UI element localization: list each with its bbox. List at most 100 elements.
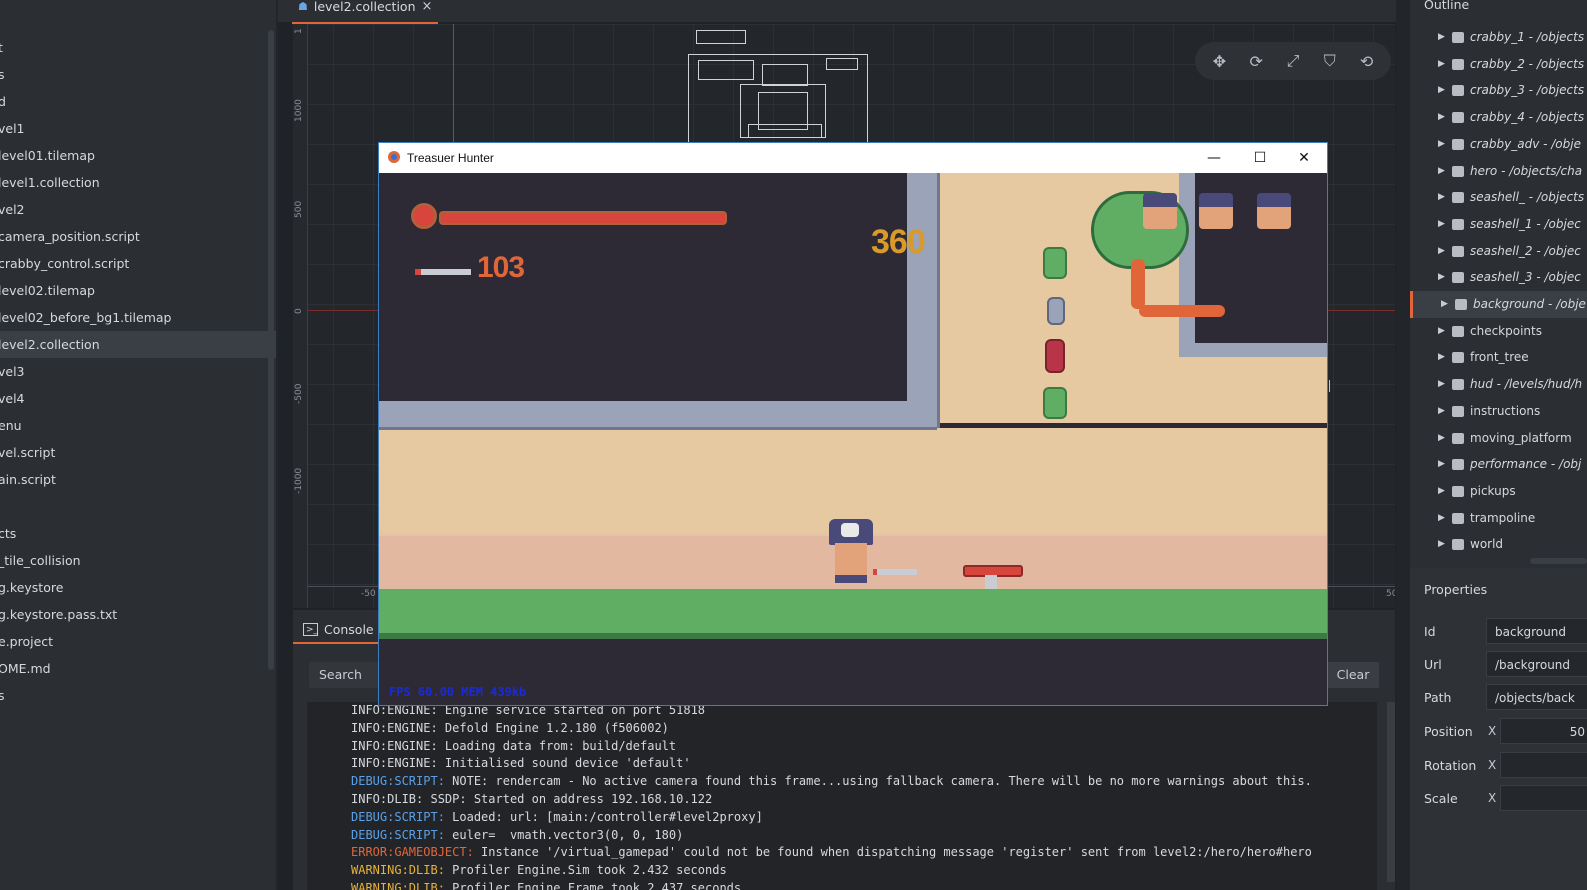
asset-item[interactable] xyxy=(0,493,276,520)
outline-item[interactable]: ▶ moving_platform xyxy=(1410,425,1587,452)
asset-item[interactable]: ain.script xyxy=(0,466,276,493)
pirate-enemy-icon xyxy=(1257,193,1291,229)
expand-arrow-icon[interactable]: ▶ xyxy=(1438,531,1445,558)
maximize-button[interactable]: ☐ xyxy=(1237,143,1283,173)
outline-item[interactable]: ▶ hero - /objects/cha xyxy=(1410,158,1587,185)
expand-arrow-icon[interactable]: ▶ xyxy=(1438,211,1445,238)
outline-scrollbar[interactable] xyxy=(1530,558,1587,564)
expand-arrow-icon[interactable]: ▶ xyxy=(1438,318,1445,345)
assets-scrollbar[interactable] xyxy=(268,30,274,670)
outline-item[interactable]: ▶ crabby_4 - /objects xyxy=(1410,104,1587,131)
expand-arrow-icon[interactable]: ▶ xyxy=(1438,184,1445,211)
asset-item[interactable]: g.keystore xyxy=(0,574,276,601)
scale-icon[interactable]: ⤢ xyxy=(1281,49,1305,73)
outline-item[interactable]: ▶ trampoline xyxy=(1410,505,1587,532)
url-field[interactable]: /background xyxy=(1486,651,1587,677)
outline-item[interactable]: ▶ front_tree xyxy=(1410,344,1587,371)
outline-item[interactable]: ▶ crabby_1 - /objects xyxy=(1410,24,1587,51)
asset-item[interactable]: e.project xyxy=(0,628,276,655)
expand-arrow-icon[interactable]: ▶ xyxy=(1438,77,1445,104)
asset-item[interactable]: level02.tilemap xyxy=(0,277,276,304)
tab-console[interactable]: >_ Console xyxy=(303,616,374,642)
outline-item[interactable]: ▶ instructions xyxy=(1410,398,1587,425)
outline-item[interactable]: ▶ seashell_ - /objects xyxy=(1410,184,1587,211)
game-object-icon xyxy=(1452,325,1464,337)
expand-arrow-icon[interactable]: ▶ xyxy=(1438,51,1445,78)
outline-item[interactable]: ▶ performance - /obj xyxy=(1410,451,1587,478)
asset-item[interactable]: level01.tilemap xyxy=(0,142,276,169)
outline-item[interactable]: ▶ seashell_3 - /objec xyxy=(1410,264,1587,291)
outline-item[interactable]: ▶ background - /obje xyxy=(1410,291,1587,318)
game-window-title: Treasuer Hunter xyxy=(407,151,494,165)
asset-item[interactable]: cts xyxy=(0,520,276,547)
blue-gem xyxy=(1047,297,1065,325)
asset-item[interactable]: s xyxy=(0,682,276,709)
asset-item[interactable]: level2.collection xyxy=(0,331,276,358)
asset-item[interactable]: enu xyxy=(0,412,276,439)
asset-item[interactable]: camera_position.script xyxy=(0,223,276,250)
collection-icon: ☗ xyxy=(298,0,308,13)
asset-item[interactable]: crabby_control.script xyxy=(0,250,276,277)
close-button[interactable]: ✕ xyxy=(1281,143,1327,173)
asset-item[interactable]: vel1 xyxy=(0,115,276,142)
asset-item[interactable]: vel2 xyxy=(0,196,276,223)
select-icon[interactable]: ⛉ xyxy=(1318,49,1342,73)
clear-button[interactable]: Clear xyxy=(1327,662,1379,688)
position-x-field[interactable]: 50 xyxy=(1500,718,1587,744)
outline-item[interactable]: ▶ crabby_adv - /obje xyxy=(1410,131,1587,158)
stone-wall xyxy=(907,173,940,428)
outline-item[interactable]: ▶ crabby_2 - /objects xyxy=(1410,51,1587,78)
console-scrollbar[interactable] xyxy=(1387,702,1395,882)
asset-item[interactable]: _tile_collision xyxy=(0,547,276,574)
asset-item[interactable]: level1.collection xyxy=(0,169,276,196)
expand-arrow-icon[interactable]: ▶ xyxy=(1438,131,1445,158)
outline-item[interactable]: ▶ crabby_3 - /objects xyxy=(1410,77,1587,104)
game-canvas[interactable]: 103 360 FPS 60.00 MEM 439kb xyxy=(379,173,1327,705)
asset-item[interactable]: level02_before_bg1.tilemap xyxy=(0,304,276,331)
expand-arrow-icon[interactable]: ▶ xyxy=(1438,478,1445,505)
expand-arrow-icon[interactable]: ▶ xyxy=(1438,158,1445,185)
expand-arrow-icon[interactable]: ▶ xyxy=(1441,291,1448,318)
asset-item[interactable]: vel.script xyxy=(0,439,276,466)
id-field[interactable]: background xyxy=(1486,618,1587,644)
expand-arrow-icon[interactable]: ▶ xyxy=(1438,371,1445,398)
outline-item[interactable]: ▶ pickups xyxy=(1410,478,1587,505)
tab-label: level2.collection xyxy=(313,0,416,14)
expand-arrow-icon[interactable]: ▶ xyxy=(1438,398,1445,425)
expand-arrow-icon[interactable]: ▶ xyxy=(1438,24,1445,51)
expand-arrow-icon[interactable]: ▶ xyxy=(1438,425,1445,452)
outline-item[interactable]: ▶ seashell_1 - /objec xyxy=(1410,211,1587,238)
expand-arrow-icon[interactable]: ▶ xyxy=(1438,344,1445,371)
rotate-icon[interactable]: ⟳ xyxy=(1244,49,1268,73)
asset-item[interactable]: g.keystore.pass.txt xyxy=(0,601,276,628)
move-icon[interactable]: ✥ xyxy=(1207,49,1231,73)
position-label: Position xyxy=(1424,724,1473,739)
expand-arrow-icon[interactable]: ▶ xyxy=(1438,264,1445,291)
rotation-x-field[interactable] xyxy=(1500,752,1587,778)
asset-item[interactable]: s xyxy=(0,61,276,88)
asset-item[interactable]: vel4 xyxy=(0,385,276,412)
outline-item[interactable]: ▶ world xyxy=(1410,531,1587,558)
path-field[interactable]: /objects/back xyxy=(1486,684,1587,710)
asset-item[interactable]: vel3 xyxy=(0,358,276,385)
expand-arrow-icon[interactable]: ▶ xyxy=(1438,451,1445,478)
camera-icon[interactable]: ⟲ xyxy=(1355,49,1379,73)
expand-arrow-icon[interactable]: ▶ xyxy=(1438,238,1445,265)
outline-item-label: pickups xyxy=(1470,483,1516,498)
game-object-icon xyxy=(1452,192,1464,204)
close-icon[interactable]: × xyxy=(422,0,433,14)
expand-arrow-icon[interactable]: ▶ xyxy=(1438,104,1445,131)
asset-item[interactable]: t xyxy=(0,34,276,61)
expand-arrow-icon[interactable]: ▶ xyxy=(1438,505,1445,532)
tab-level2-collection[interactable]: ☗ level2.collection × xyxy=(292,0,439,24)
game-window[interactable]: Treasuer Hunter — ☐ ✕ 103 360 FPS 60.00 … xyxy=(378,142,1328,706)
outline-item[interactable]: ▶ checkpoints xyxy=(1410,318,1587,345)
asset-item[interactable]: d xyxy=(0,88,276,115)
scale-x-field[interactable] xyxy=(1500,785,1587,811)
minimize-button[interactable]: — xyxy=(1191,143,1237,173)
asset-item[interactable]: OME.md xyxy=(0,655,276,682)
outline-item[interactable]: ▶ seashell_2 - /objec xyxy=(1410,238,1587,265)
game-titlebar[interactable]: Treasuer Hunter — ☐ ✕ xyxy=(379,143,1327,173)
log-message: euler= vmath.vector3(0, 0, 180) xyxy=(444,827,684,842)
outline-item[interactable]: ▶ hud - /levels/hud/h xyxy=(1410,371,1587,398)
